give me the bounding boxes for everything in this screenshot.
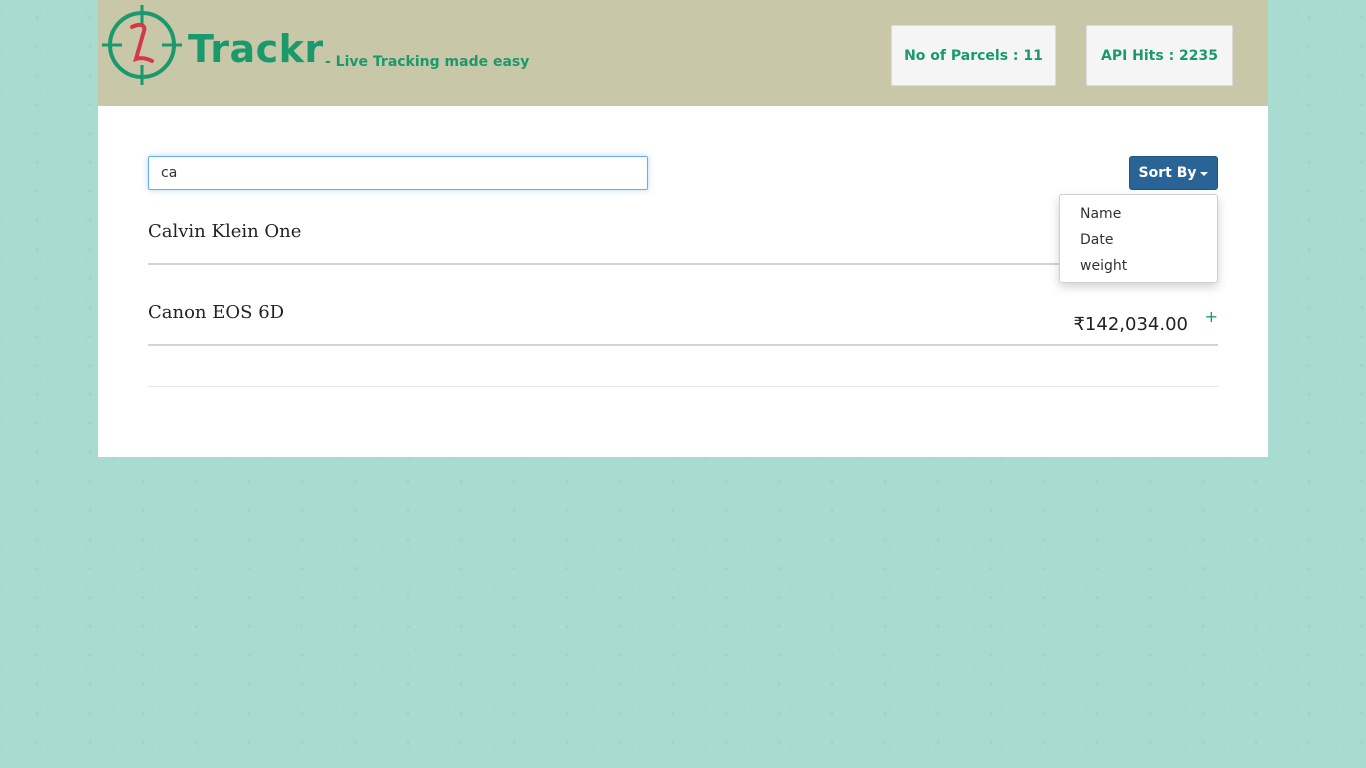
tagline: - Live Tracking made easy [325,54,530,70]
sort-option-date[interactable]: Date [1060,227,1217,253]
sort-by-button[interactable]: Sort By [1129,156,1218,190]
sort-option-name[interactable]: Name [1060,201,1217,227]
item-name: Canon EOS 6D [148,302,285,323]
app-container: Trackr - Live Tracking made easy No of P… [98,0,1268,457]
parcels-count-badge: No of Parcels : 11 [891,25,1056,86]
plus-icon[interactable]: + [1205,307,1218,326]
main-panel: Sort By Calvin Klein One + Canon EOS 6D … [98,106,1268,457]
sort-option-weight[interactable]: weight [1060,253,1217,279]
api-hits-badge: API Hits : 2235 [1086,25,1233,86]
sort-dropdown-menu: Name Date weight [1059,194,1218,283]
item-name: Calvin Klein One [148,221,302,242]
logo-target-icon [102,5,182,85]
item-price: ₹142,034.00 [1073,314,1188,335]
list-item[interactable]: Canon EOS 6D ₹142,034.00 + [148,287,1218,346]
logo-text: Trackr [188,27,324,71]
sort-by-label: Sort By [1138,165,1197,181]
caret-down-icon [1200,172,1209,176]
header: Trackr - Live Tracking made easy No of P… [98,0,1268,106]
list-divider [148,386,1218,387]
search-input[interactable] [148,156,648,190]
list-item[interactable]: Calvin Klein One + [148,206,1218,265]
